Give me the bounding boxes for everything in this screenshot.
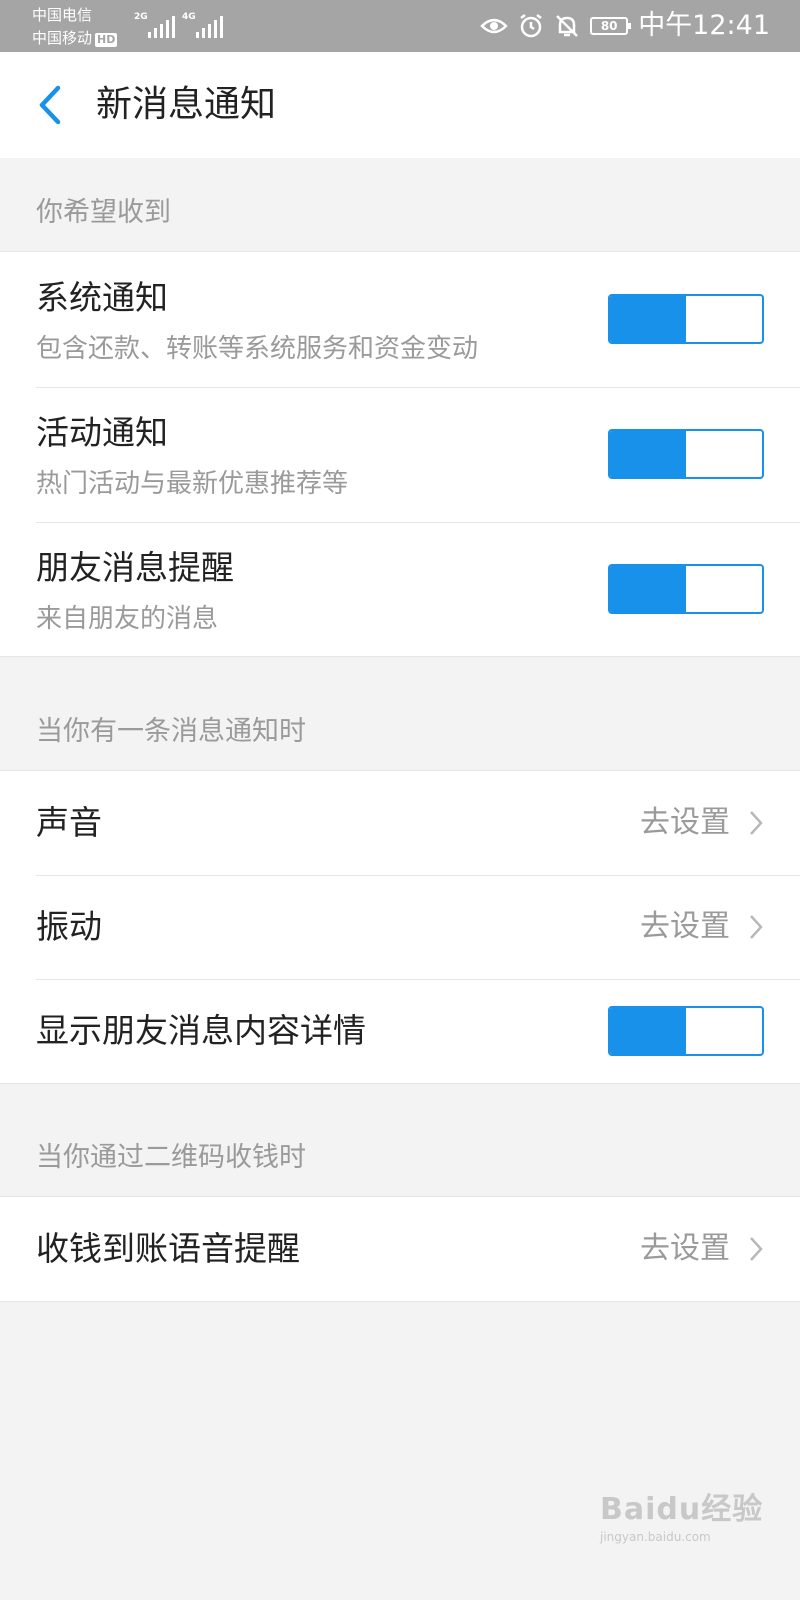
chevron-right-icon xyxy=(750,1237,763,1261)
watermark-main: Baidu经验 xyxy=(600,1492,764,1527)
battery-level: 80 xyxy=(600,19,618,33)
hd-badge: HD xyxy=(95,33,118,47)
voice-reminder-row[interactable]: 收钱到账语音提醒 去设置 xyxy=(0,1197,800,1301)
toggle-fill xyxy=(610,566,686,612)
chevron-left-icon[interactable] xyxy=(30,82,70,128)
goto-label: 去设置 xyxy=(640,1231,730,1266)
toggle-fill xyxy=(610,296,686,342)
activity-notification-toggle[interactable] xyxy=(608,429,764,479)
receive-card: 系统通知 包含还款、转账等系统服务和资金变动 活动通知 热门活动与最新优惠推荐等… xyxy=(0,251,800,657)
vibrate-goto[interactable]: 去设置 xyxy=(640,907,764,947)
goto-label: 去设置 xyxy=(640,805,730,840)
toggle-fill xyxy=(610,431,686,477)
network-4g-label: 4G xyxy=(182,12,196,22)
voice-reminder-goto[interactable]: 去设置 xyxy=(640,1229,764,1269)
section-header-qr-pay: 当你通过二维码收钱时 xyxy=(36,1142,306,1173)
row-title: 振动 xyxy=(36,907,102,946)
row-subtitle: 热门活动与最新优惠推荐等 xyxy=(36,469,349,499)
battery-icon: 80 xyxy=(590,17,632,35)
row-title: 朋友消息提醒 xyxy=(36,548,234,587)
row-title: 显示朋友消息内容详情 xyxy=(36,1011,366,1050)
row-title: 声音 xyxy=(36,803,102,842)
network-2g-label: 2G xyxy=(134,12,148,22)
chevron-right-icon xyxy=(750,811,763,835)
row-title: 活动通知 xyxy=(36,413,168,452)
goto-label: 去设置 xyxy=(640,909,730,944)
friend-message-toggle[interactable] xyxy=(608,564,764,614)
section-header-on-notify: 当你有一条消息通知时 xyxy=(36,716,306,747)
status-bar: 中国电信 中国移动 HD 2G 4G 80 中午12:41 xyxy=(0,0,800,52)
status-right: 80 中午12:41 xyxy=(480,0,770,52)
sound-row[interactable]: 声音 去设置 xyxy=(0,771,800,875)
row-subtitle: 包含还款、转账等系统服务和资金变动 xyxy=(36,334,479,364)
eye-icon xyxy=(480,18,508,34)
carrier-label-1: 中国电信 xyxy=(32,6,93,24)
row-title: 收钱到账语音提醒 xyxy=(36,1229,300,1268)
signal-4g-icon: 4G xyxy=(182,12,224,38)
bell-off-icon xyxy=(556,15,579,37)
system-notification-toggle[interactable] xyxy=(608,294,764,344)
baidu-watermark: Baidu经验 jingyan.baidu.com xyxy=(600,1484,763,1544)
on-notify-card: 声音 去设置 振动 去设置 显示朋友消息内容详情 xyxy=(0,770,800,1084)
friend-message-row[interactable]: 朋友消息提醒 来自朋友的消息 xyxy=(0,522,800,656)
signal-2g-icon: 2G xyxy=(134,12,176,38)
system-notification-row[interactable]: 系统通知 包含还款、转账等系统服务和资金变动 xyxy=(0,252,800,387)
qr-pay-card: 收钱到账语音提醒 去设置 xyxy=(0,1196,800,1302)
alarm-icon xyxy=(520,14,542,38)
carrier-label-2-text: 中国移动 xyxy=(32,29,93,47)
chevron-right-icon xyxy=(750,915,763,939)
show-detail-row[interactable]: 显示朋友消息内容详情 xyxy=(0,979,800,1083)
nav-bar: 新消息通知 xyxy=(0,52,800,158)
row-title: 系统通知 xyxy=(36,278,168,317)
vibrate-row[interactable]: 振动 去设置 xyxy=(0,875,800,979)
page-title: 新消息通知 xyxy=(96,84,277,125)
show-detail-toggle[interactable] xyxy=(608,1006,764,1056)
toggle-fill xyxy=(610,1008,686,1054)
carrier-label-2: 中国移动 HD xyxy=(32,29,118,47)
sound-goto[interactable]: 去设置 xyxy=(640,803,764,843)
row-subtitle: 来自朋友的消息 xyxy=(36,604,219,634)
section-header-receive: 你希望收到 xyxy=(36,197,171,228)
status-time: 中午12:41 xyxy=(638,10,770,41)
watermark-sub: jingyan.baidu.com xyxy=(600,1530,711,1544)
activity-notification-row[interactable]: 活动通知 热门活动与最新优惠推荐等 xyxy=(0,387,800,522)
